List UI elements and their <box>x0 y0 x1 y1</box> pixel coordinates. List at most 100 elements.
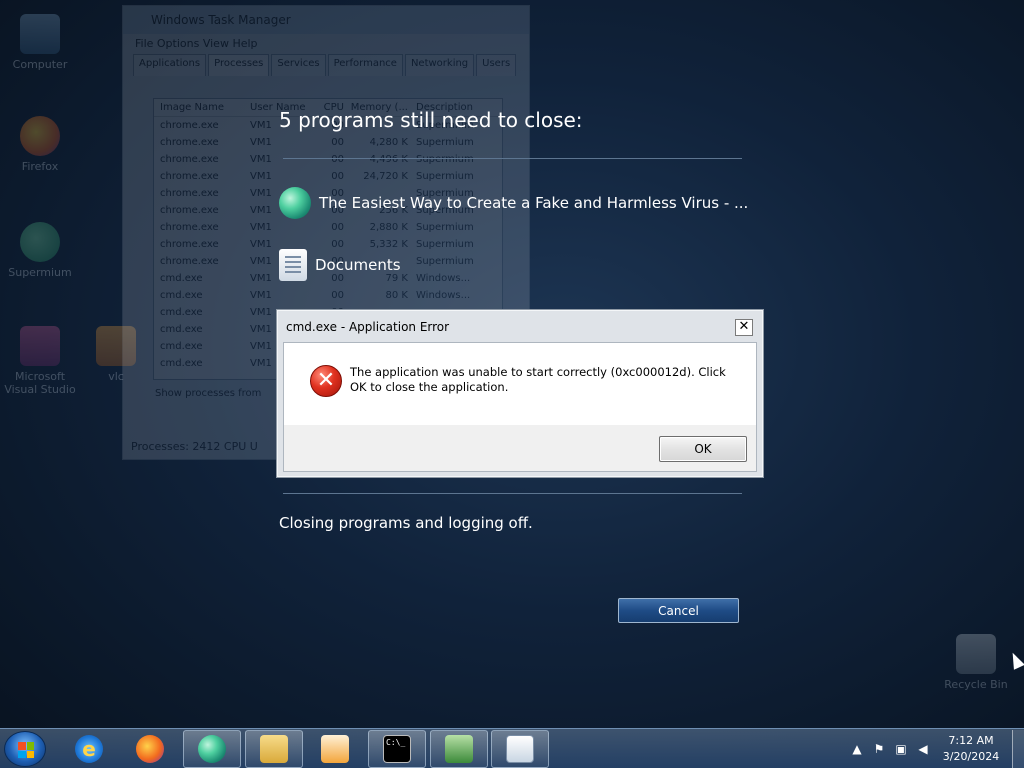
taskbar-internet-explorer[interactable]: e <box>60 730 118 768</box>
dialog-content: ✕ The application was unable to start co… <box>284 343 756 427</box>
taskbar-task-manager[interactable] <box>430 730 488 768</box>
table-cell: VM1 <box>250 290 272 301</box>
table-cell: 80 K <box>385 290 408 301</box>
volume-muted-icon[interactable]: ◀ <box>915 741 931 757</box>
windows-logo-icon <box>18 742 34 758</box>
table-cell: 4,280 K <box>369 137 408 148</box>
desktop-icon-label: Microsoft Visual Studio <box>4 370 76 396</box>
table-cell: 00 <box>331 154 344 165</box>
task-manager-menu: File Options View Help <box>135 37 258 50</box>
action-center-flag-icon[interactable]: ⚑ <box>871 741 887 757</box>
cmd-icon: C:\_ <box>383 735 411 763</box>
dialog-title: cmd.exe - Application Error <box>286 320 450 334</box>
program-item: Documents <box>279 248 401 282</box>
tab-networking: Networking <box>404 54 475 76</box>
table-cell: chrome.exe <box>160 171 219 182</box>
close-icon[interactable]: ✕ <box>735 319 753 336</box>
separator-top <box>283 158 742 159</box>
tab-services: Services <box>271 54 326 76</box>
table-row: cmd.exe VM1 00 80 K Windows... <box>154 287 502 304</box>
table-cell: 00 <box>331 290 344 301</box>
table-cell: Supermium <box>416 137 474 148</box>
column-header: Image Name <box>160 102 224 113</box>
desktop-icon-label: Computer <box>12 58 68 71</box>
dialog-body: ✕ The application was unable to start co… <box>283 342 757 472</box>
tab-users: Users <box>476 54 517 76</box>
desktop-icon-supermium[interactable]: Supermium <box>0 222 80 279</box>
error-icon: ✕ <box>310 365 342 397</box>
program-name: The Easiest Way to Create a Fake and Har… <box>319 194 749 212</box>
task-manager-tabs: Applications Processes Services Performa… <box>123 54 529 76</box>
desktop-icon-label: Recycle Bin <box>944 678 1008 691</box>
logoff-status: Closing programs and logging off. <box>279 514 533 532</box>
tab-performance: Performance <box>327 54 403 76</box>
table-cell: cmd.exe <box>160 341 203 352</box>
program-item: The Easiest Way to Create a Fake and Har… <box>279 186 748 220</box>
table-row: chrome.exe VM1 00 24,720 K Supermium <box>154 168 502 185</box>
desktop-icon-recycle-bin[interactable]: Recycle Bin <box>936 634 1016 691</box>
application-error-dialog: cmd.exe - Application Error ✕ ✕ The appl… <box>276 309 764 478</box>
recycle-bin-icon <box>956 634 996 674</box>
taskbar-cmd[interactable]: C:\_ <box>368 730 426 768</box>
tab-applications: Applications <box>133 54 207 76</box>
desktop-icon-visual-studio[interactable]: Microsoft Visual Studio <box>0 326 80 396</box>
table-cell: Supermium <box>416 256 474 267</box>
desktop-icon-label: Firefox <box>21 160 59 173</box>
table-row: chrome.exe VM1 00 4,280 K Supermium <box>154 134 502 151</box>
error-message: The application was unable to start corr… <box>350 365 726 394</box>
table-cell: VM1 <box>250 154 272 165</box>
table-row: chrome.exe VM1 00 2,880 K Supermium <box>154 219 502 236</box>
table-cell: chrome.exe <box>160 205 219 216</box>
ok-button[interactable]: OK <box>659 436 747 462</box>
show-hidden-icons-icon[interactable]: ▲ <box>849 741 865 757</box>
tab-processes: Processes <box>208 54 270 76</box>
table-cell: chrome.exe <box>160 256 219 267</box>
table-cell: VM1 <box>250 171 272 182</box>
table-cell: chrome.exe <box>160 222 219 233</box>
firefox-icon <box>20 116 60 156</box>
vlc-icon <box>321 735 349 763</box>
internet-explorer-icon: e <box>75 735 103 763</box>
table-cell: VM1 <box>250 222 272 233</box>
table-row: chrome.exe VM1 00 4,496 K Supermium <box>154 151 502 168</box>
show-desktop-button[interactable] <box>1012 730 1024 768</box>
table-cell: chrome.exe <box>160 137 219 148</box>
taskbar-document[interactable] <box>491 730 549 768</box>
table-cell: cmd.exe <box>160 358 203 369</box>
desktop-icon-firefox[interactable]: Firefox <box>0 116 80 173</box>
separator-bottom <box>283 493 742 494</box>
table-cell: 24,720 K <box>363 171 408 182</box>
table-cell: cmd.exe <box>160 273 203 284</box>
taskbar-firefox[interactable] <box>121 730 179 768</box>
table-cell: Supermium <box>416 239 474 250</box>
documents-icon <box>279 249 307 281</box>
desktop-icon-computer[interactable]: Computer <box>0 14 80 71</box>
network-icon[interactable]: ▣ <box>893 741 909 757</box>
start-button[interactable] <box>4 731 46 767</box>
system-tray: ▲ ⚑ ▣ ◀ 7:12 AM 3/20/2024 <box>846 729 1024 768</box>
table-cell: cmd.exe <box>160 324 203 335</box>
table-cell: 4,496 K <box>369 154 408 165</box>
supermium-icon <box>198 735 226 763</box>
table-cell: Windows... <box>416 290 471 301</box>
table-cell: chrome.exe <box>160 154 219 165</box>
computer-icon <box>20 14 60 54</box>
show-processes-checkbox: Show processes from <box>155 388 262 399</box>
table-cell: 00 <box>331 222 344 233</box>
taskbar-windows-explorer[interactable] <box>245 730 303 768</box>
desktop-icon-label: Supermium <box>8 266 72 279</box>
table-cell: chrome.exe <box>160 120 219 131</box>
task-manager-icon <box>445 735 473 763</box>
clock[interactable]: 7:12 AM 3/20/2024 <box>934 733 1008 765</box>
logoff-title: 5 programs still need to close: <box>279 108 583 132</box>
firefox-icon <box>136 735 164 763</box>
clock-date: 3/20/2024 <box>942 750 1000 763</box>
taskbar-vlc[interactable] <box>306 730 364 768</box>
visual-studio-icon <box>20 326 60 366</box>
table-cell: 2,880 K <box>369 222 408 233</box>
taskbar-supermium[interactable] <box>183 730 241 768</box>
table-cell: Supermium <box>416 154 474 165</box>
cancel-button[interactable]: Cancel <box>618 598 739 623</box>
table-cell: cmd.exe <box>160 307 203 318</box>
table-cell: chrome.exe <box>160 239 219 250</box>
